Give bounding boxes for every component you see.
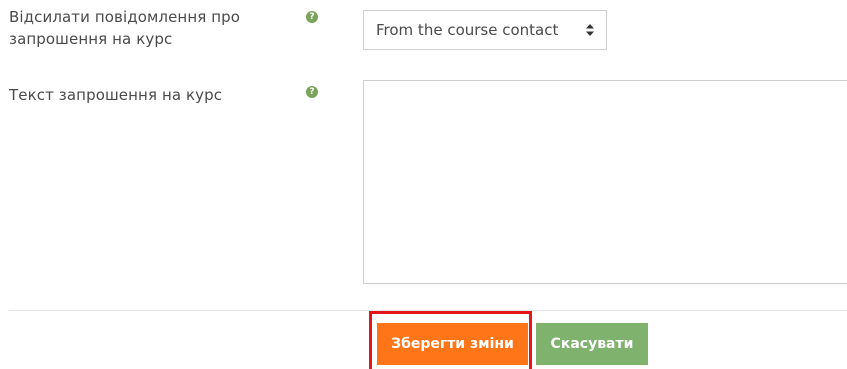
send-invitation-select-value: From the course contact [376,21,559,39]
save-changes-button[interactable]: Зберегти зміни [377,323,528,365]
select-arrows-icon [586,24,594,36]
send-invitation-select[interactable]: From the course contact [363,10,607,50]
question-circle-icon[interactable]: ? [306,11,318,23]
question-circle-icon[interactable]: ? [306,86,318,98]
course-invitation-form: Відсилати повідомлення про запрошення на… [0,0,847,369]
invitation-text-label: Текст запрошення на курс [9,86,223,104]
send-invitation-label: Відсилати повідомлення про запрошення на… [9,8,241,48]
cancel-button[interactable]: Скасувати [536,323,648,365]
invitation-text-textarea[interactable] [363,80,847,284]
